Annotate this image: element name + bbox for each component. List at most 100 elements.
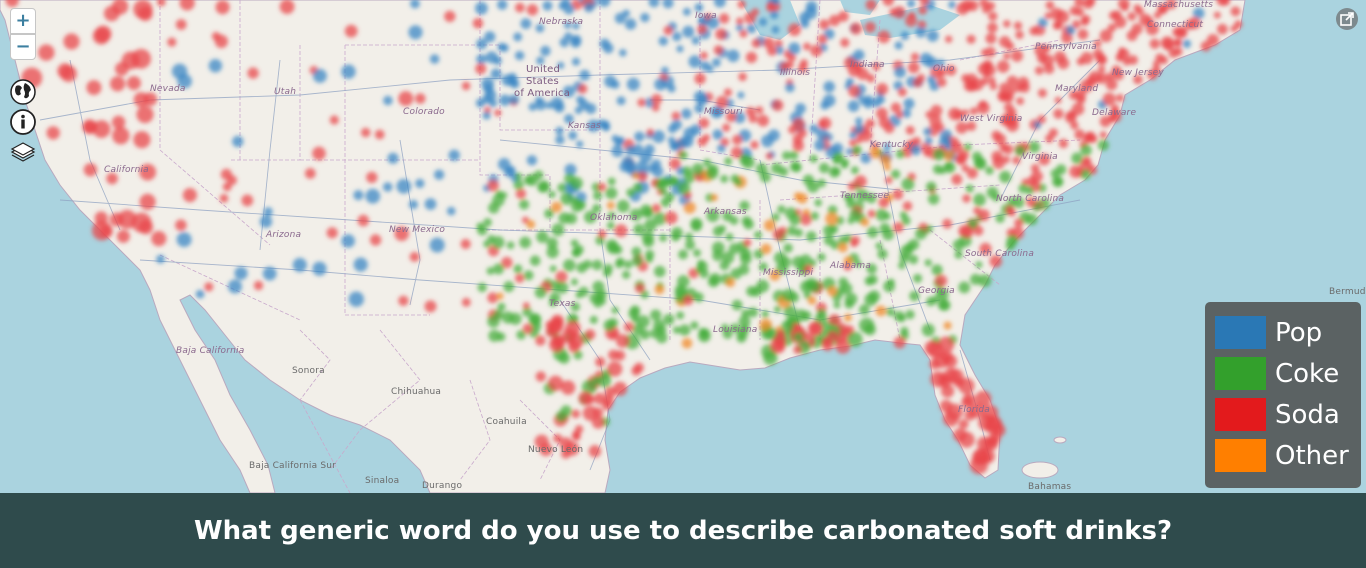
survey-dot-soda [1003, 102, 1014, 113]
survey-dot-coke [551, 223, 565, 237]
survey-dot-soda [614, 224, 628, 238]
survey-dot-pop [644, 144, 655, 155]
survey-dot-soda [595, 356, 606, 368]
share-icon[interactable] [1336, 8, 1358, 30]
survey-dot-soda [1160, 36, 1174, 50]
survey-dot-soda [736, 17, 744, 26]
survey-dot-coke [575, 199, 587, 210]
survey-dot-pop [948, 0, 956, 9]
survey-dot-coke [794, 228, 803, 238]
survey-dot-coke [491, 236, 505, 249]
survey-dot-soda [1096, 54, 1108, 65]
survey-dot-pop [341, 234, 356, 248]
survey-dot-soda [241, 194, 254, 207]
survey-dot-pop [769, 10, 779, 20]
survey-dot-soda [743, 238, 752, 247]
survey-dot-soda [637, 98, 646, 107]
survey-dot-soda [878, 116, 891, 129]
survey-dot-coke [641, 230, 655, 243]
survey-dot-soda [131, 48, 152, 69]
survey-dot-soda [1014, 84, 1023, 93]
survey-dot-soda [623, 322, 634, 333]
survey-dot-coke [887, 278, 895, 286]
survey-dot-coke [818, 162, 830, 174]
survey-dot-soda [1081, 14, 1091, 24]
survey-dot-soda [360, 127, 371, 138]
survey-dot-soda [1005, 41, 1015, 51]
survey-dot-coke [570, 239, 579, 248]
survey-dot-pop [667, 84, 676, 93]
info-icon[interactable] [10, 109, 36, 135]
survey-dot-pop [854, 123, 865, 134]
survey-dot-other [860, 217, 870, 227]
survey-dot-pop [681, 135, 694, 148]
survey-dot-coke [616, 199, 630, 213]
survey-dot-soda [972, 449, 989, 466]
survey-dot-coke [782, 151, 791, 161]
legend-swatch [1215, 398, 1266, 431]
survey-dot-pop [353, 257, 368, 272]
map-view[interactable]: Nebraska Iowa Massachusetts Connecticut … [0, 0, 1366, 493]
survey-dot-soda [1011, 49, 1024, 62]
survey-dot-soda [551, 334, 565, 349]
survey-dot-soda [175, 219, 187, 231]
survey-dot-coke [974, 157, 987, 170]
survey-dot-coke [659, 233, 668, 242]
survey-dot-pop [475, 1, 488, 15]
zoom-in-button[interactable]: + [10, 8, 36, 34]
survey-dot-pop [670, 140, 681, 152]
globe-icon[interactable] [10, 79, 36, 105]
survey-dot-pop [579, 69, 591, 81]
survey-dot-coke [670, 177, 680, 186]
survey-dot-soda [918, 5, 928, 15]
label-ohio: Ohio [933, 64, 955, 74]
survey-dot-coke [890, 169, 901, 179]
survey-dot-pop [712, 58, 721, 67]
survey-dot-pop [558, 2, 566, 10]
survey-dot-soda [522, 323, 533, 334]
survey-dot-soda [584, 329, 596, 340]
survey-dot-soda [398, 295, 409, 306]
survey-dot-soda [936, 77, 947, 88]
survey-dot-coke [759, 171, 771, 183]
survey-dot-coke [663, 313, 675, 326]
survey-dot-coke [894, 311, 905, 322]
question-footer: What generic word do you use to describe… [0, 493, 1366, 568]
survey-dot-other [710, 194, 718, 202]
zoom-out-button[interactable]: − [10, 34, 36, 60]
survey-dot-soda [907, 61, 920, 74]
survey-dot-soda [57, 63, 73, 79]
survey-dot-pop [545, 101, 554, 109]
island [1053, 436, 1067, 444]
survey-dot-soda [748, 114, 758, 123]
survey-dot-soda [304, 168, 316, 179]
survey-dot-pop [415, 178, 425, 189]
survey-dot-soda [1149, 38, 1161, 49]
survey-dot-soda [935, 122, 945, 132]
survey-dot-pop [758, 17, 768, 27]
survey-dot-pop [771, 25, 780, 34]
survey-dot-coke [719, 225, 726, 233]
survey-dot-pop [788, 42, 801, 55]
bahamas-islands [1021, 461, 1059, 479]
survey-dot-pop [497, 42, 506, 52]
survey-dot-coke [925, 181, 937, 193]
survey-dot-soda [953, 428, 967, 442]
survey-dot-coke [773, 251, 787, 265]
label-bahamas: Bahamas [1028, 482, 1072, 492]
survey-dot-pop [924, 136, 933, 145]
legend-item-other: Other [1215, 435, 1351, 476]
survey-dot-coke [939, 299, 951, 311]
survey-dot-coke [605, 239, 618, 252]
survey-dot-soda [771, 99, 784, 112]
survey-dot-coke [1018, 183, 1028, 194]
survey-dot-pop [312, 261, 327, 276]
survey-dot-coke [926, 225, 934, 233]
survey-dot-coke [1071, 152, 1083, 164]
survey-dot-pop [672, 31, 682, 42]
layers-icon[interactable] [10, 140, 36, 166]
survey-dot-coke [603, 319, 615, 331]
survey-dot-pop [894, 41, 903, 50]
survey-dot-pop [555, 135, 565, 145]
survey-dot-soda [460, 238, 471, 250]
